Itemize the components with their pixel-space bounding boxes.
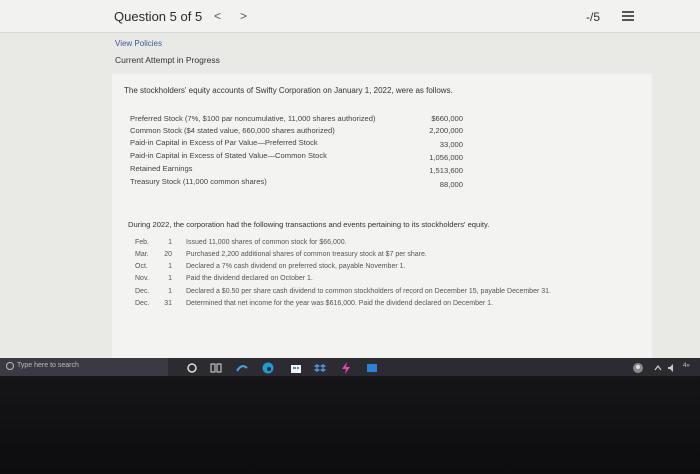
equity-account-amount: 1,513,600: [429, 166, 463, 175]
transactions-intro: During 2022, the corporation had the fol…: [128, 220, 490, 229]
equity-account-label: Paid-in Capital in Excess of Stated Valu…: [130, 151, 327, 160]
transaction-month: Dec.: [135, 300, 150, 307]
transaction-description: Declared a 7% cash dividend on preferred…: [186, 263, 406, 270]
media-app-icon[interactable]: [236, 361, 248, 373]
task-view-icon[interactable]: [210, 361, 222, 373]
next-question-button[interactable]: >: [240, 9, 247, 23]
tray-status-text: 4»: [683, 363, 690, 369]
browser-viewport: Question 5 of 5 < > -/5 View Policies Cu…: [0, 0, 700, 358]
dropbox-icon[interactable]: [314, 361, 326, 373]
transaction-day: 20: [164, 251, 172, 258]
laptop-bezel: [0, 376, 700, 474]
question-list-icon[interactable]: [622, 11, 634, 23]
search-placeholder: Type here to search: [17, 362, 79, 369]
lightning-app-icon[interactable]: [340, 361, 352, 374]
attempt-status: Current Attempt in Progress: [115, 55, 220, 65]
transaction-description: Issued 11,000 shares of common stock for…: [186, 239, 347, 246]
transaction-description: Paid the dividend declared on October 1.: [186, 275, 313, 282]
view-policies-link[interactable]: View Policies: [115, 39, 162, 48]
cortana-icon[interactable]: [186, 361, 198, 373]
transaction-day: 1: [168, 239, 172, 246]
equity-account-amount: 1,056,000: [429, 153, 463, 162]
transaction-day: 1: [168, 288, 172, 295]
transaction-month: Nov.: [135, 275, 149, 282]
speaker-icon[interactable]: [666, 361, 678, 373]
equity-account-label: Preferred Stock (7%, $100 par noncumulat…: [130, 114, 376, 123]
transaction-day: 1: [168, 275, 172, 282]
question-counter: Question 5 of 5: [114, 9, 203, 24]
equity-account-amount: 88,000: [439, 180, 463, 189]
microsoft-store-icon[interactable]: [290, 361, 302, 373]
previous-question-button[interactable]: <: [214, 9, 221, 23]
problem-intro: The stockholders' equity accounts of Swi…: [124, 86, 453, 95]
taskbar-search-box[interactable]: Type here to search: [0, 358, 168, 376]
question-header: Question 5 of 5 < > -/5: [0, 0, 700, 33]
chevron-up-icon[interactable]: [652, 361, 664, 373]
equity-account-label: Treasury Stock (11,000 common shares): [130, 177, 267, 186]
transaction-month: Dec.: [135, 288, 150, 295]
transaction-month: Oct.: [135, 263, 148, 270]
user-avatar-icon[interactable]: [632, 361, 644, 373]
equity-account-amount: 2,200,000: [429, 126, 463, 135]
transaction-day: 1: [168, 263, 172, 270]
transaction-day: 31: [164, 300, 172, 307]
equity-account-label: Common Stock ($4 stated value, 660,000 s…: [130, 126, 335, 135]
equity-account-amount: $660,000: [431, 114, 463, 123]
mail-icon[interactable]: [366, 361, 378, 373]
transaction-description: Determined that net income for the year …: [186, 300, 494, 307]
equity-account-amount: 33,000: [439, 140, 463, 149]
transaction-month: Mar.: [135, 251, 149, 258]
equity-account-label: Retained Earnings: [130, 164, 193, 173]
transaction-description: Declared a $0.50 per share cash dividend…: [186, 288, 551, 295]
transaction-month: Feb.: [135, 239, 150, 246]
question-score: -/5: [586, 10, 601, 24]
edge-browser-icon[interactable]: [262, 361, 274, 374]
transaction-description: Purchased 2,200 additional shares of com…: [186, 251, 427, 258]
equity-account-label: Paid-in Capital in Excess of Par Value—P…: [130, 138, 318, 147]
search-icon: [6, 362, 14, 370]
windows-taskbar: Type here to search 4»: [0, 358, 700, 376]
